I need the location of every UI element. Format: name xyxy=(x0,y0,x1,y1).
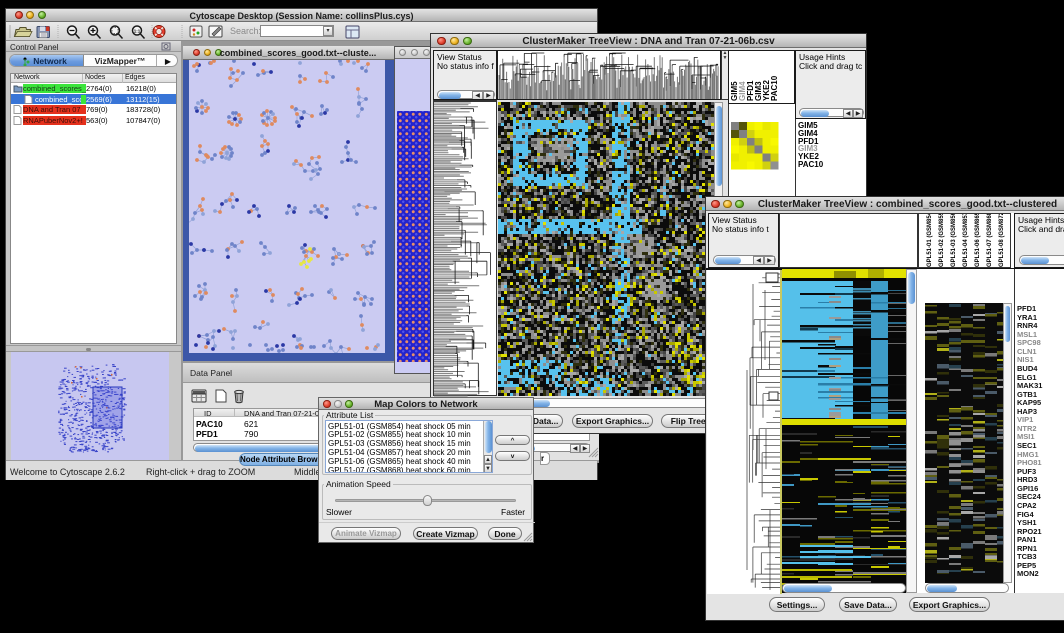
svg-text:PAC10: PAC10 xyxy=(770,75,779,101)
svg-text:1:1: 1:1 xyxy=(134,29,141,34)
